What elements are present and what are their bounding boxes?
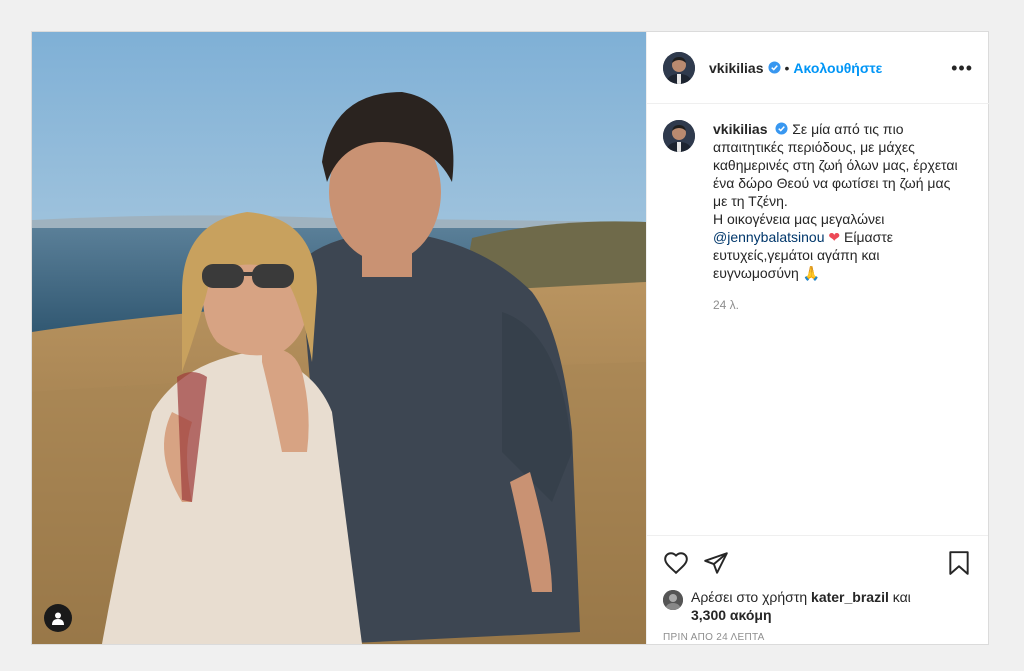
comment-time: 24 λ. <box>713 298 740 312</box>
author-avatar[interactable] <box>663 51 695 84</box>
caption-line-2: Η οικογένεια μας μεγαλώνει <box>713 211 885 227</box>
post-caption: vkikilias Σε μία από τις πιο απαιτητικές… <box>647 104 989 314</box>
caption-avatar[interactable] <box>663 120 695 152</box>
likes-text: Αρέσει στο χρήστη kater_brazil και 3,300… <box>691 588 911 624</box>
heart-icon[interactable] <box>663 550 689 576</box>
caption-body: vkikilias Σε μία από τις πιο απαιτητικές… <box>713 120 963 314</box>
post-side-panel: vkikilias • Ακολουθήστε ••• vkikilias Σε… <box>646 32 989 644</box>
author-username[interactable]: vkikilias <box>709 60 764 76</box>
liker-username[interactable]: kater_brazil <box>811 589 889 605</box>
liker-avatar[interactable] <box>663 590 683 610</box>
bookmark-icon[interactable] <box>946 550 972 576</box>
follow-button[interactable]: Ακολουθήστε <box>793 60 882 76</box>
heart-emoji: ❤ <box>828 229 841 245</box>
caption-username[interactable]: vkikilias <box>713 121 768 137</box>
post-actions: Αρέσει στο χρήστη kater_brazil και 3,300… <box>647 535 988 643</box>
post-timestamp[interactable]: ΠΡΙΝ ΑΠΟ 24 ΛΕΠΤΑ <box>663 632 972 643</box>
post-modal: vkikilias • Ακολουθήστε ••• vkikilias Σε… <box>31 31 989 645</box>
likes-summary: Αρέσει στο χρήστη kater_brazil και 3,300… <box>663 588 972 624</box>
caption-text: vkikilias Σε μία από τις πιο απαιτητικές… <box>713 120 963 282</box>
paper-plane-icon[interactable] <box>703 550 729 576</box>
verified-badge-icon <box>775 122 788 135</box>
pray-emoji: 🙏 <box>802 265 821 281</box>
post-header: vkikilias • Ακολουθήστε ••• <box>647 32 989 104</box>
post-photo[interactable] <box>32 32 646 644</box>
likes-count[interactable]: 3,300 ακόμη <box>691 607 772 623</box>
action-bar <box>663 548 972 578</box>
likes-prefix: Αρέσει στο χρήστη <box>691 589 808 605</box>
post-image <box>32 32 646 644</box>
verified-badge-icon <box>767 61 781 74</box>
follow-separator: • <box>784 59 790 76</box>
user-tag-icon[interactable] <box>44 604 72 632</box>
likes-and: και <box>892 589 911 605</box>
more-options-icon[interactable]: ••• <box>951 59 973 77</box>
mention-link[interactable]: @jennybalatsinou <box>713 229 825 245</box>
